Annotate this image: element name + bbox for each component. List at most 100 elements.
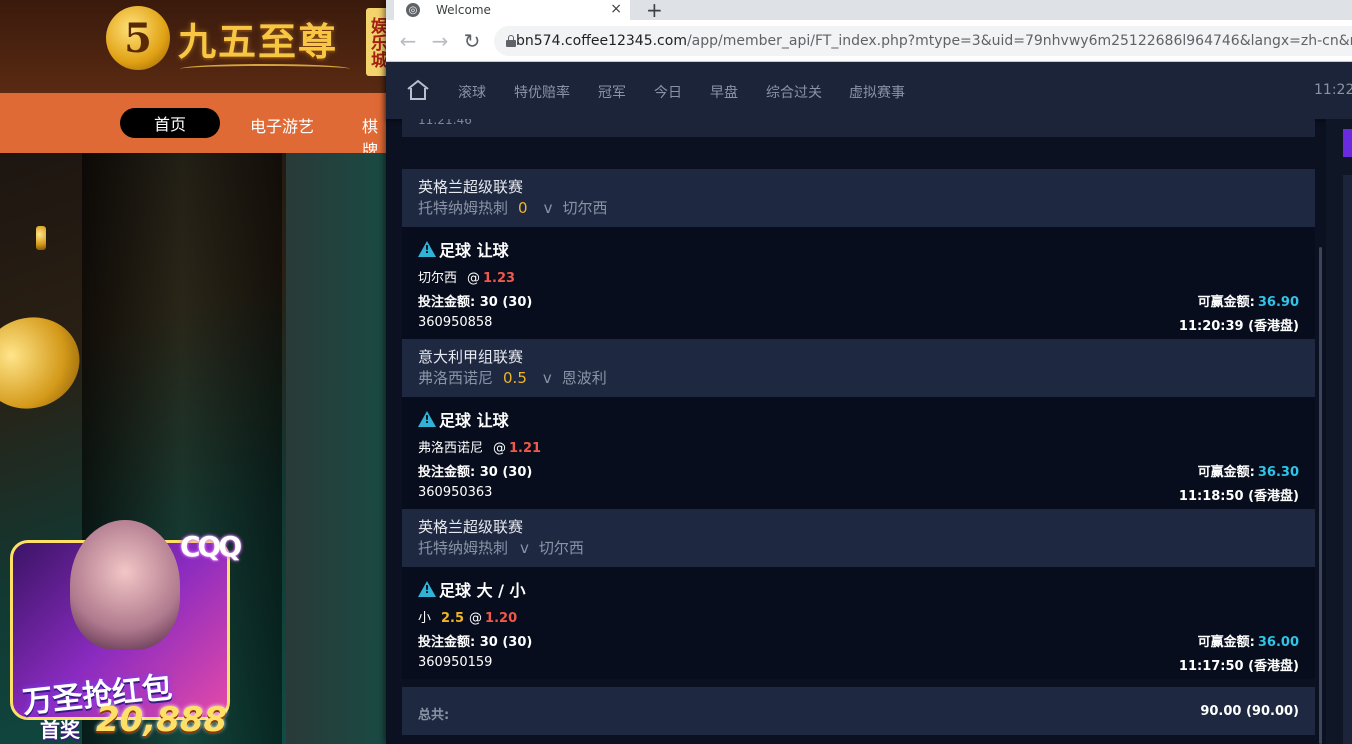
browser-window: ◎ Welcome × + ← → ↻ bn574.coffee12345.co… [386,0,1352,744]
side-panel-box [1343,175,1352,744]
stake-value: 30 (30) [479,635,533,650]
scrollbar[interactable] [1317,119,1325,744]
logo-emblem: 5 [106,6,170,70]
vs-label: v [542,369,552,387]
bet-ticket: 英格兰超级联赛 托特纳姆热刺 v 切尔西 ! 足球 大 / 小 小 2.5 @1.20 … [402,509,1315,679]
at-sign: @ [493,441,507,456]
nav-early[interactable]: 早盘 [710,82,738,102]
selection-name: 弗洛西诺尼 [418,441,484,456]
potential-win: 可赢金额: 36.00 [1198,631,1299,650]
home-team: 托特纳姆热刺 [418,539,509,557]
nav-virtual[interactable]: 虚拟赛事 [849,82,905,102]
nav-outright[interactable]: 冠军 [598,82,626,102]
stake-label: 投注金额: [418,465,476,480]
promo-prize-value: 20,888 [96,700,228,740]
side-panel [1326,119,1352,744]
win-value: 36.30 [1257,465,1299,480]
back-arrow-icon[interactable]: ← [396,29,420,53]
ticket-id: 360950858 [418,315,493,330]
forward-arrow-icon[interactable]: → [428,29,452,53]
handicap: 0.5 [503,369,527,387]
coin-icon [36,226,46,250]
address-bar[interactable]: bn574.coffee12345.com/app/member_api/FT_… [494,26,1352,56]
globe-icon: ◎ [406,3,420,17]
bet-type-label: 足球 大 / 小 [439,581,526,600]
win-label: 可赢金额: [1197,295,1255,310]
new-tab-button[interactable]: + [646,0,663,22]
browser-toolbar: ← → ↻ bn574.coffee12345.com/app/member_a… [386,20,1352,62]
home-team: 弗洛西诺尼 [418,369,494,387]
league-name: 英格兰超级联赛 [418,178,524,196]
match-header: 意大利甲组联赛 弗洛西诺尼 0.5 v 恩波利 [402,339,1315,397]
bg-nav-home[interactable]: 首页 [120,108,220,138]
stake: 投注金额: 30 (30) [418,631,532,650]
stake-value: 30 (30) [479,465,533,480]
potential-win: 可赢金额: 36.30 [1198,461,1299,480]
promo-prize-label: 首奖 [40,718,80,742]
ticket-id: 360950363 [418,485,493,500]
nav-inplay[interactable]: 滚球 [458,82,486,102]
promo-character-image [70,520,180,650]
home-team: 托特纳姆热刺 [418,199,509,217]
reload-icon[interactable]: ↻ [460,29,484,53]
ticket-id: 360950159 [418,655,493,670]
bet-details: ! 足球 让球 切尔西 @1.23 投注金额: 30 (30) 可赢金额: 36.9… [402,227,1315,339]
nav-special-odds[interactable]: 特优赔率 [514,82,570,102]
bet-type-label: 足球 让球 [439,411,509,430]
url-path: /app/member_api/FT_index.php?mtype=3&uid… [686,33,1352,49]
at-sign: @ [467,271,481,286]
bg-site-header: 5 九五至尊 娱乐城 [0,0,386,93]
selection-name: 小 [418,611,432,626]
bet-time: 11:18:50 (香港盘) [1178,489,1299,504]
bet-selection: 切尔西 @1.23 [418,267,515,286]
selection-name: 切尔西 [418,271,458,286]
stake-value: 30 (30) [479,295,533,310]
stake: 投注金额: 30 (30) [418,461,532,480]
warning-icon: ! [418,411,436,427]
clock: 11:22 [1314,82,1352,98]
scrollbar-thumb[interactable] [1319,247,1322,744]
bet-time: 11:17:50 (香港盘) [1178,659,1299,674]
bet-type-label: 足球 让球 [439,241,509,260]
url-domain: bn574.coffee12345.com [516,33,687,49]
previous-ticket-strip: 11:21:46 [402,119,1315,137]
bg-nav-slots[interactable]: 电子游艺 [250,113,314,137]
odds-value: 1.20 [485,611,518,626]
bet-ticket: 英格兰超级联赛 托特纳姆热刺 0 v 切尔西 ! 足球 让球 切尔西 @1.23 投注金… [402,169,1315,339]
nav-today[interactable]: 今日 [654,82,682,102]
bet-details: ! 足球 大 / 小 小 2.5 @1.20 投注金额: 30 (30) 可赢金额:… [402,567,1315,679]
browser-tab[interactable]: ◎ Welcome × [394,0,630,20]
match-teams: 弗洛西诺尼 0.5 v 恩波利 [418,367,1299,389]
bet-type: ! 足球 大 / 小 [418,577,526,601]
win-label: 可赢金额: [1197,465,1255,480]
promo-badge: CQQ [180,530,242,563]
handicap: 0 [518,199,528,217]
side-panel-badge[interactable] [1343,129,1352,157]
nav-parlay[interactable]: 综合过关 [766,82,822,102]
promo-banner[interactable]: CQQ 万圣抢红包 首奖 20,888 [0,500,250,744]
match-teams: 托特纳姆热刺 v 切尔西 [418,537,1299,559]
bg-site-logo[interactable]: 5 九五至尊 [106,6,338,70]
match-teams: 托特纳姆热刺 0 v 切尔西 [418,197,1299,219]
match-header: 英格兰超级联赛 托特纳姆热刺 v 切尔西 [402,509,1315,567]
bet-type: ! 足球 让球 [418,237,509,261]
vs-label: v [543,199,553,217]
home-icon[interactable] [406,78,430,102]
potential-win: 可赢金额: 36.90 [1198,291,1299,310]
logo-tag: 娱乐城 [366,8,386,76]
away-team: 切尔西 [562,199,608,217]
total-bar: 总共: 90.00 (90.00) [402,687,1315,735]
odds-value: 1.21 [509,441,542,456]
app-header: 滚球 特优赔率 冠军 今日 早盘 综合过关 虚拟赛事 11:22 [386,62,1352,119]
warning-icon: ! [418,241,436,257]
logo-flourish [180,64,350,74]
bet-details: ! 足球 让球 弗洛西诺尼 @1.21 投注金额: 30 (30) 可赢金额: 36… [402,397,1315,509]
win-value: 36.90 [1257,295,1299,310]
match-header: 英格兰超级联赛 托特纳姆热刺 0 v 切尔西 [402,169,1315,227]
bet-list: 11:21:46 英格兰超级联赛 托特纳姆热刺 0 v 切尔西 ! 足球 让球 切尔西… [402,119,1315,744]
close-icon[interactable]: × [610,1,622,17]
win-value: 36.00 [1257,635,1299,650]
win-label: 可赢金额: [1197,635,1255,650]
previous-ticket-time: 11:21:46 [418,119,472,127]
league-name: 意大利甲组联赛 [418,348,524,366]
